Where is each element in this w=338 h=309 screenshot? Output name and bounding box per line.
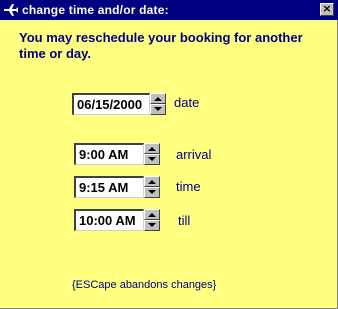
title-bar[interactable]: change time and/or date: × — [0, 0, 338, 20]
date-decrement-button[interactable] — [150, 104, 166, 115]
date-spinner — [150, 93, 166, 115]
reschedule-dialog: change time and/or date: × You may resch… — [0, 0, 338, 309]
time-increment-button[interactable] — [144, 176, 160, 187]
arrow-up-icon — [154, 97, 162, 101]
close-button[interactable]: × — [320, 3, 334, 16]
till-label: till — [178, 213, 191, 228]
dialog-title: change time and/or date: — [22, 3, 169, 17]
date-increment-button[interactable] — [150, 93, 166, 104]
arrow-up-icon — [148, 213, 156, 217]
arrival-increment-button[interactable] — [144, 143, 160, 154]
arrow-down-icon — [148, 157, 156, 161]
arrow-up-icon — [148, 147, 156, 151]
till-increment-button[interactable] — [144, 209, 160, 220]
escape-hint: {ESCape abandons changes} — [72, 279, 217, 291]
reschedule-message: You may reschedule your booking for anot… — [19, 30, 303, 61]
time-field[interactable]: 9:15 AM — [74, 176, 144, 198]
arrival-label: arrival — [176, 147, 212, 162]
arrow-up-icon — [148, 180, 156, 184]
arrival-decrement-button[interactable] — [144, 154, 160, 165]
date-field[interactable]: 06/15/2000 — [72, 93, 150, 115]
time-spinner — [144, 176, 160, 198]
time-label: time — [176, 179, 201, 194]
arrow-down-icon — [148, 190, 156, 194]
arrival-spinner — [144, 143, 160, 165]
till-spinner — [144, 209, 160, 231]
time-decrement-button[interactable] — [144, 187, 160, 198]
arrow-down-icon — [154, 107, 162, 111]
till-time-field[interactable]: 10:00 AM — [74, 209, 144, 231]
arrival-time-field[interactable]: 9:00 AM — [74, 143, 144, 165]
airplane-icon — [4, 4, 18, 16]
till-decrement-button[interactable] — [144, 220, 160, 231]
arrow-down-icon — [148, 223, 156, 227]
date-label: date — [174, 95, 200, 110]
